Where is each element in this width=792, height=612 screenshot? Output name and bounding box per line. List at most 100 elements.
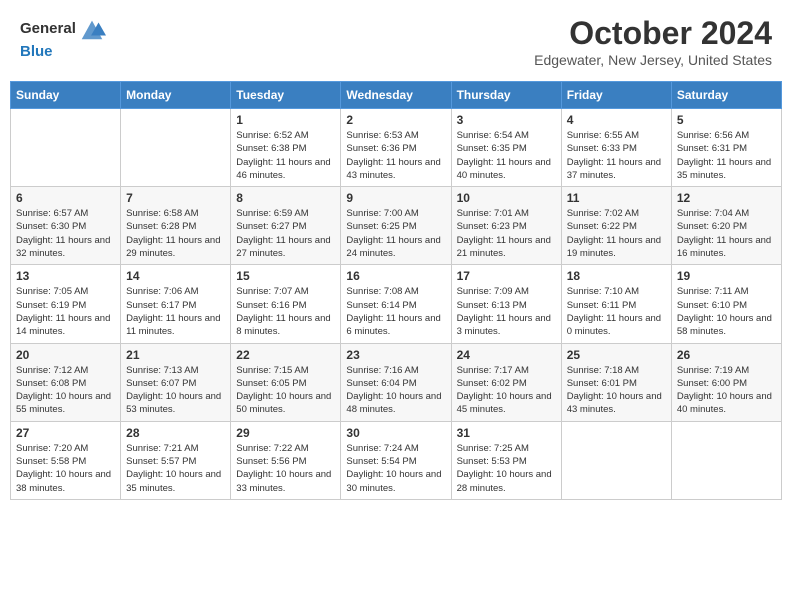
day-number: 13: [16, 269, 115, 283]
calendar-cell: 30Sunrise: 7:24 AM Sunset: 5:54 PM Dayli…: [341, 421, 451, 499]
calendar-table: SundayMondayTuesdayWednesdayThursdayFrid…: [10, 81, 782, 500]
day-number: 17: [457, 269, 556, 283]
day-info: Sunrise: 7:20 AM Sunset: 5:58 PM Dayligh…: [16, 442, 115, 495]
day-number: 28: [126, 426, 225, 440]
day-info: Sunrise: 7:25 AM Sunset: 5:53 PM Dayligh…: [457, 442, 556, 495]
calendar-cell: 11 Sunrise: 7:02 AM Sunset: 6:22 PM Dayli…: [561, 187, 671, 265]
day-info: Sunrise: 6:52 AM Sunset: 6:38 PM Dayligh…: [236, 129, 335, 182]
calendar-cell: 23 Sunrise: 7:16 AM Sunset: 6:04 PM Dayli…: [341, 343, 451, 421]
logo-text-blue: Blue: [20, 43, 53, 60]
day-info: Sunrise: 7:08 AM Sunset: 6:14 PM Dayligh…: [346, 285, 445, 338]
logo-icon: [78, 15, 106, 43]
calendar-cell: [11, 109, 121, 187]
day-info: Sunrise: 7:11 AM Sunset: 6:10 PM Dayligh…: [677, 285, 776, 338]
calendar-cell: 6 Sunrise: 6:57 AM Sunset: 6:30 PM Daylig…: [11, 187, 121, 265]
day-info: Sunrise: 7:02 AM Sunset: 6:22 PM Dayligh…: [567, 207, 666, 260]
day-info: Sunrise: 7:04 AM Sunset: 6:20 PM Dayligh…: [677, 207, 776, 260]
day-number: 14: [126, 269, 225, 283]
day-number: 24: [457, 348, 556, 362]
calendar-cell: 17Sunrise: 7:09 AM Sunset: 6:13 PM Dayli…: [451, 265, 561, 343]
day-info: Sunrise: 6:54 AM Sunset: 6:35 PM Dayligh…: [457, 129, 556, 182]
day-info: Sunrise: 6:53 AM Sunset: 6:36 PM Dayligh…: [346, 129, 445, 182]
calendar-week-5: 27 Sunrise: 7:20 AM Sunset: 5:58 PM Dayli…: [11, 421, 782, 499]
day-number: 27: [16, 426, 115, 440]
day-number: 6: [16, 191, 115, 205]
month-title: October 2024: [534, 15, 772, 52]
day-info: Sunrise: 7:13 AM Sunset: 6:07 PM Dayligh…: [126, 364, 225, 417]
day-number: 7: [126, 191, 225, 205]
day-number: 15: [236, 269, 335, 283]
calendar-cell: 15 Sunrise: 7:07 AM Sunset: 6:16 PM Dayli…: [231, 265, 341, 343]
calendar-cell: 5Sunrise: 6:56 AM Sunset: 6:31 PM Daylig…: [671, 109, 781, 187]
calendar-cell: 16 Sunrise: 7:08 AM Sunset: 6:14 PM Dayli…: [341, 265, 451, 343]
calendar-cell: 20 Sunrise: 7:12 AM Sunset: 6:08 PM Dayli…: [11, 343, 121, 421]
calendar-cell: 26 Sunrise: 7:19 AM Sunset: 6:00 PM Dayli…: [671, 343, 781, 421]
calendar-week-4: 20 Sunrise: 7:12 AM Sunset: 6:08 PM Dayli…: [11, 343, 782, 421]
day-number: 21: [126, 348, 225, 362]
day-info: Sunrise: 7:01 AM Sunset: 6:23 PM Dayligh…: [457, 207, 556, 260]
day-info: Sunrise: 6:58 AM Sunset: 6:28 PM Dayligh…: [126, 207, 225, 260]
day-info: Sunrise: 6:56 AM Sunset: 6:31 PM Dayligh…: [677, 129, 776, 182]
day-info: Sunrise: 7:22 AM Sunset: 5:56 PM Dayligh…: [236, 442, 335, 495]
calendar-cell: 31 Sunrise: 7:25 AM Sunset: 5:53 PM Dayli…: [451, 421, 561, 499]
day-info: Sunrise: 7:07 AM Sunset: 6:16 PM Dayligh…: [236, 285, 335, 338]
day-info: Sunrise: 7:05 AM Sunset: 6:19 PM Dayligh…: [16, 285, 115, 338]
day-info: Sunrise: 7:12 AM Sunset: 6:08 PM Dayligh…: [16, 364, 115, 417]
calendar-cell: [121, 109, 231, 187]
calendar-cell: 12 Sunrise: 7:04 AM Sunset: 6:20 PM Dayli…: [671, 187, 781, 265]
day-number: 4: [567, 113, 666, 127]
calendar-week-1: 1 Sunrise: 6:52 AM Sunset: 6:38 PM Daylig…: [11, 109, 782, 187]
calendar-week-3: 13 Sunrise: 7:05 AM Sunset: 6:19 PM Dayli…: [11, 265, 782, 343]
header-cell-friday: Friday: [561, 82, 671, 109]
day-info: Sunrise: 7:06 AM Sunset: 6:17 PM Dayligh…: [126, 285, 225, 338]
page-header: General Blue October 2024 Edgewater, New…: [10, 10, 782, 73]
header-cell-wednesday: Wednesday: [341, 82, 451, 109]
day-number: 3: [457, 113, 556, 127]
day-number: 9: [346, 191, 445, 205]
logo-text-general: General: [20, 20, 76, 38]
header-cell-saturday: Saturday: [671, 82, 781, 109]
calendar-body: 1 Sunrise: 6:52 AM Sunset: 6:38 PM Daylig…: [11, 109, 782, 500]
header-cell-tuesday: Tuesday: [231, 82, 341, 109]
calendar-cell: 8Sunrise: 6:59 AM Sunset: 6:27 PM Daylig…: [231, 187, 341, 265]
calendar-cell: 2 Sunrise: 6:53 AM Sunset: 6:36 PM Daylig…: [341, 109, 451, 187]
day-number: 22: [236, 348, 335, 362]
day-number: 25: [567, 348, 666, 362]
day-number: 26: [677, 348, 776, 362]
day-number: 31: [457, 426, 556, 440]
day-info: Sunrise: 7:00 AM Sunset: 6:25 PM Dayligh…: [346, 207, 445, 260]
day-info: Sunrise: 7:16 AM Sunset: 6:04 PM Dayligh…: [346, 364, 445, 417]
header-cell-thursday: Thursday: [451, 82, 561, 109]
calendar-cell: 19 Sunrise: 7:11 AM Sunset: 6:10 PM Dayli…: [671, 265, 781, 343]
day-number: 19: [677, 269, 776, 283]
calendar-cell: 24Sunrise: 7:17 AM Sunset: 6:02 PM Dayli…: [451, 343, 561, 421]
calendar-cell: 10 Sunrise: 7:01 AM Sunset: 6:23 PM Dayli…: [451, 187, 561, 265]
day-number: 1: [236, 113, 335, 127]
day-info: Sunrise: 7:18 AM Sunset: 6:01 PM Dayligh…: [567, 364, 666, 417]
calendar-cell: [671, 421, 781, 499]
day-number: 11: [567, 191, 666, 205]
day-info: Sunrise: 7:19 AM Sunset: 6:00 PM Dayligh…: [677, 364, 776, 417]
calendar-cell: 3 Sunrise: 6:54 AM Sunset: 6:35 PM Daylig…: [451, 109, 561, 187]
day-info: Sunrise: 6:59 AM Sunset: 6:27 PM Dayligh…: [236, 207, 335, 260]
header-cell-monday: Monday: [121, 82, 231, 109]
day-info: Sunrise: 7:10 AM Sunset: 6:11 PM Dayligh…: [567, 285, 666, 338]
day-number: 2: [346, 113, 445, 127]
day-number: 30: [346, 426, 445, 440]
calendar-cell: 13 Sunrise: 7:05 AM Sunset: 6:19 PM Dayli…: [11, 265, 121, 343]
day-info: Sunrise: 6:57 AM Sunset: 6:30 PM Dayligh…: [16, 207, 115, 260]
calendar-cell: 4Sunrise: 6:55 AM Sunset: 6:33 PM Daylig…: [561, 109, 671, 187]
calendar-cell: 7 Sunrise: 6:58 AM Sunset: 6:28 PM Daylig…: [121, 187, 231, 265]
day-number: 20: [16, 348, 115, 362]
title-section: October 2024 Edgewater, New Jersey, Unit…: [534, 15, 772, 68]
calendar-cell: 21 Sunrise: 7:13 AM Sunset: 6:07 PM Dayli…: [121, 343, 231, 421]
day-info: Sunrise: 7:15 AM Sunset: 6:05 PM Dayligh…: [236, 364, 335, 417]
calendar-cell: 27 Sunrise: 7:20 AM Sunset: 5:58 PM Dayli…: [11, 421, 121, 499]
day-number: 18: [567, 269, 666, 283]
calendar-week-2: 6 Sunrise: 6:57 AM Sunset: 6:30 PM Daylig…: [11, 187, 782, 265]
day-number: 10: [457, 191, 556, 205]
day-number: 23: [346, 348, 445, 362]
day-number: 16: [346, 269, 445, 283]
day-number: 12: [677, 191, 776, 205]
header-cell-sunday: Sunday: [11, 82, 121, 109]
